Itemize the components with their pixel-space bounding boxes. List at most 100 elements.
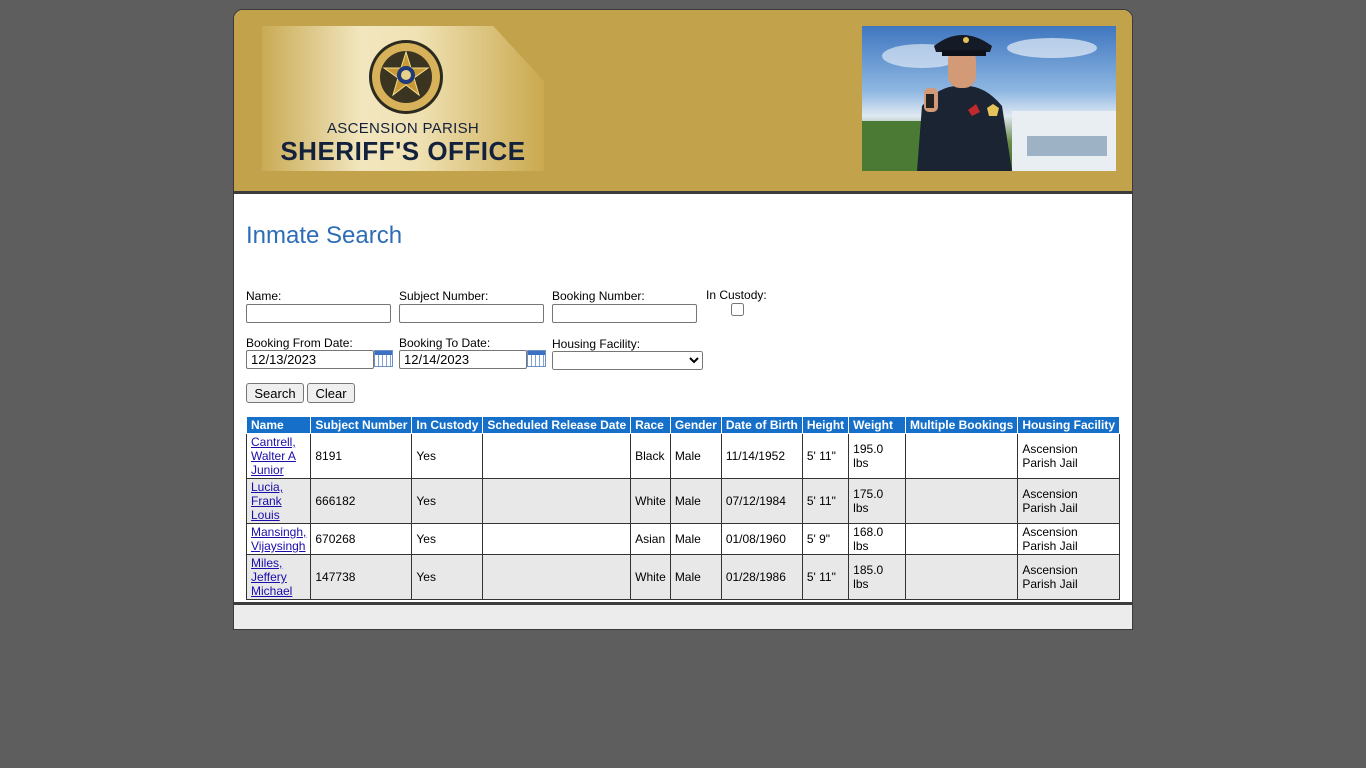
subject-number-cell: 147738: [310, 554, 413, 600]
dob-cell: 11/14/1952: [720, 433, 803, 479]
site-header: ASCENSION PARISH SHERIFF'S OFFICE: [234, 10, 1132, 194]
column-header: Subject Number: [310, 416, 413, 434]
column-header: Height: [801, 416, 850, 434]
name-line: Vijaysingh: [251, 539, 306, 553]
table-row: Miles, Jeffery Michael 147738 Yes White Ma…: [245, 554, 1120, 600]
name-line: Cantrell,: [251, 435, 296, 449]
dob-cell: 01/28/1986: [720, 554, 803, 600]
agency-subtitle: ASCENSION PARISH: [326, 120, 480, 137]
facility-line: Ascension: [1022, 563, 1078, 577]
main-content: Inmate Search Name: Subject Number: Book…: [234, 194, 1132, 602]
agency-title: SHERIFF'S OFFICE: [280, 136, 526, 166]
name-line: Michael: [251, 584, 293, 598]
name-line: Frank: [251, 494, 282, 508]
height-cell: 5' 11": [801, 478, 850, 524]
facility-line: Ascension: [1022, 442, 1078, 456]
race-cell: White: [630, 554, 671, 600]
facility-line: Parish Jail: [1022, 577, 1078, 591]
inmate-name-link[interactable]: Cantrell, Walter A Junior: [251, 435, 296, 477]
search-button[interactable]: Search: [246, 383, 304, 403]
column-header: Name: [245, 416, 312, 434]
column-header: In Custody: [411, 416, 484, 434]
subject-number-cell: 666182: [310, 478, 413, 524]
calendar-icon[interactable]: [527, 350, 546, 367]
name-input[interactable]: [246, 304, 391, 323]
column-header: Housing Facility: [1017, 416, 1120, 434]
officer-illustration: [862, 35, 1116, 171]
name-line: Miles,: [251, 556, 283, 570]
page-title: Inmate Search: [246, 222, 403, 249]
weight-cell: 168.0 lbs: [848, 523, 906, 555]
name-line: Junior: [251, 463, 284, 477]
facility-line: Ascension: [1022, 525, 1078, 539]
housing-facility-label: Housing Facility:: [552, 337, 641, 351]
booking-number-input[interactable]: [552, 304, 697, 323]
name-line: Walter A: [251, 449, 296, 463]
booking-from-date-input[interactable]: [246, 350, 374, 369]
subject-number-cell: 8191: [310, 433, 413, 479]
booking-to-date-input[interactable]: [399, 350, 527, 369]
column-header: Date of Birth: [720, 416, 803, 434]
race-cell: Asian: [630, 523, 671, 555]
inmate-name-link[interactable]: Mansingh, Vijaysingh: [251, 525, 306, 553]
gender-cell: Male: [669, 523, 722, 555]
column-header: Scheduled Release Date: [482, 416, 632, 434]
housing-facility-cell: Ascension Parish Jail: [1017, 433, 1120, 479]
name-line: Mansingh,: [251, 525, 307, 539]
clear-button[interactable]: Clear: [307, 383, 355, 403]
multiple-bookings-cell: [904, 523, 1019, 555]
housing-facility-cell: Ascension Parish Jail: [1017, 478, 1120, 524]
column-header: Gender: [669, 416, 722, 434]
in-custody-cell: Yes: [411, 554, 484, 600]
in-custody-cell: Yes: [411, 478, 484, 524]
name-label: Name:: [246, 289, 282, 303]
name-line: Jeffery: [251, 570, 287, 584]
release-date-cell: [482, 433, 632, 479]
in-custody-cell: Yes: [411, 433, 484, 479]
housing-facility-cell: Ascension Parish Jail: [1017, 554, 1120, 600]
agency-logo[interactable]: ASCENSION PARISH SHERIFF'S OFFICE: [262, 26, 544, 171]
table-row: Lucia, Frank Louis 666182 Yes White Male 0…: [245, 478, 1120, 524]
name-cell: Cantrell, Walter A Junior: [245, 433, 312, 479]
police-officer-photo: [862, 26, 1116, 171]
name-line: Louis: [251, 508, 280, 522]
inmate-name-link[interactable]: Lucia, Frank Louis: [251, 480, 283, 522]
inmate-name-link[interactable]: Miles, Jeffery Michael: [251, 556, 292, 598]
facility-line: Ascension: [1022, 487, 1078, 501]
sheriff-star-seal-icon: [369, 40, 443, 114]
gender-cell: Male: [669, 478, 722, 524]
weight-cell: 175.0 lbs: [848, 478, 906, 524]
results-table: Name Subject Number In Custody Scheduled…: [245, 416, 1120, 600]
height-cell: 5' 11": [801, 433, 850, 479]
multiple-bookings-cell: [904, 433, 1019, 479]
housing-facility-cell: Ascension Parish Jail: [1017, 523, 1120, 555]
column-header: Race: [630, 416, 671, 434]
subject-number-input[interactable]: [399, 304, 544, 323]
release-date-cell: [482, 478, 632, 524]
height-cell: 5' 11": [801, 554, 850, 600]
table-row: Mansingh, Vijaysingh 670268 Yes Asian Mal…: [245, 523, 1120, 555]
housing-facility-select[interactable]: [552, 351, 703, 370]
subject-number-cell: 670268: [310, 523, 413, 555]
release-date-cell: [482, 554, 632, 600]
table-row: Cantrell, Walter A Junior 8191 Yes Black M…: [245, 433, 1120, 479]
weight-cell: 195.0 lbs: [848, 433, 906, 479]
name-cell: Lucia, Frank Louis: [245, 478, 312, 524]
in-custody-checkbox[interactable]: [731, 303, 744, 316]
in-custody-label: In Custody:: [706, 288, 767, 302]
booking-number-label: Booking Number:: [552, 289, 645, 303]
results-header-row: Name Subject Number In Custody Scheduled…: [245, 416, 1120, 434]
booking-to-date-label: Booking To Date:: [399, 336, 491, 350]
facility-line: Parish Jail: [1022, 501, 1078, 515]
column-header: Weight: [848, 416, 906, 434]
page-frame: ASCENSION PARISH SHERIFF'S OFFICE Inmate…: [233, 9, 1133, 630]
gender-cell: Male: [669, 554, 722, 600]
booking-from-date-label: Booking From Date:: [246, 336, 353, 350]
name-cell: Mansingh, Vijaysingh: [245, 523, 312, 555]
gender-cell: Male: [669, 433, 722, 479]
subject-number-label: Subject Number:: [399, 289, 489, 303]
dob-cell: 01/08/1960: [720, 523, 803, 555]
in-custody-cell: Yes: [411, 523, 484, 555]
calendar-icon[interactable]: [374, 350, 393, 367]
name-line: Lucia,: [251, 480, 284, 494]
